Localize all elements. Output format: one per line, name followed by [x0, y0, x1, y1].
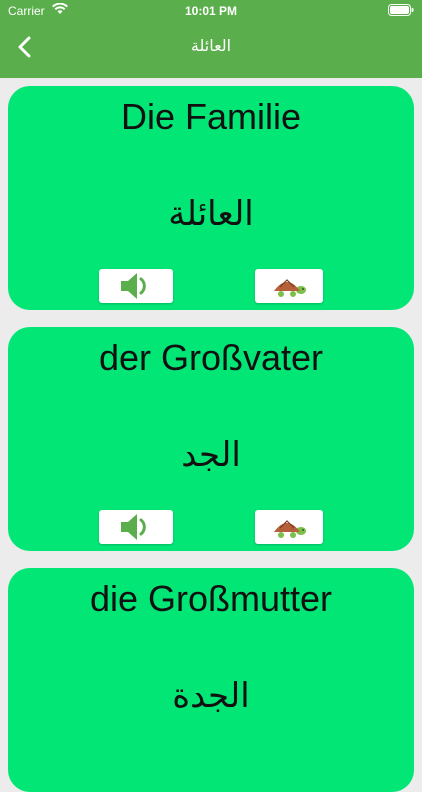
battery-icon	[388, 4, 414, 19]
phrase-card: die Großmutter الجدة	[8, 568, 414, 792]
arabic-word: الجد	[181, 435, 241, 475]
play-sound-button[interactable]	[99, 269, 173, 303]
turtle-icon	[274, 279, 306, 297]
speaker-icon	[121, 273, 146, 299]
phrase-list[interactable]: Die Familie العائلة der Großvater الجد d…	[0, 78, 422, 792]
app-header: Carrier 10:01 PM العائلة	[0, 0, 422, 78]
play-sound-button[interactable]	[99, 510, 173, 544]
phrase-card: der Großvater الجد	[8, 327, 414, 551]
play-slow-button[interactable]	[255, 510, 323, 544]
status-bar: Carrier 10:01 PM	[0, 0, 422, 22]
page-title: العائلة	[190, 36, 232, 55]
speaker-icon	[121, 514, 146, 540]
arabic-word: الجدة	[172, 676, 250, 716]
arabic-word: العائلة	[168, 194, 254, 234]
navigation-bar: العائلة	[0, 22, 422, 78]
play-slow-button[interactable]	[255, 269, 323, 303]
german-word: Die Familie	[120, 96, 302, 137]
german-word: der Großvater	[98, 337, 324, 378]
turtle-icon	[274, 520, 306, 538]
status-time: 10:01 PM	[184, 4, 238, 18]
phrase-card: Die Familie العائلة	[8, 86, 414, 310]
german-word: die Großmutter	[89, 578, 333, 619]
